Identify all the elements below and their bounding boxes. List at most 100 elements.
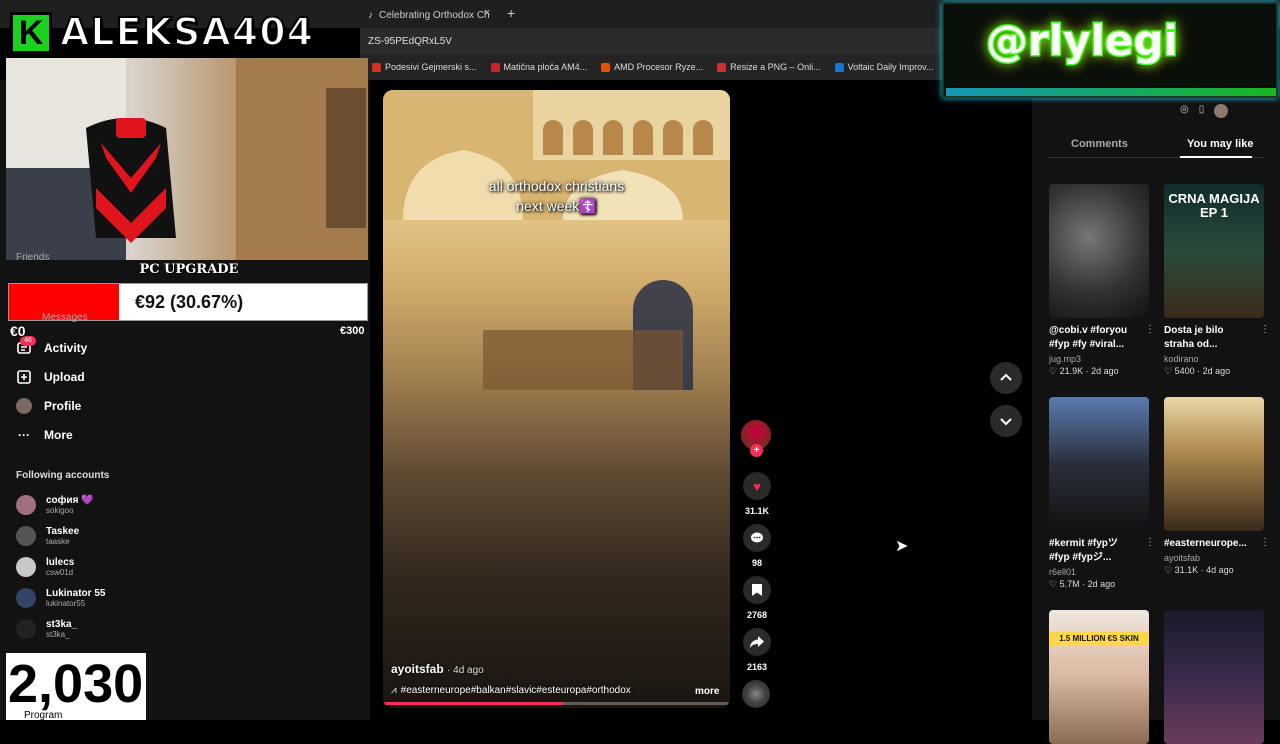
card-stats: ♡ 31.1K · 4d ago xyxy=(1164,565,1234,575)
sidebar-item-profile[interactable]: Profile xyxy=(16,394,81,418)
share-button[interactable]: 2163 xyxy=(741,628,773,672)
card-stats: ♡ 5400 · 2d ago xyxy=(1164,366,1231,376)
goal-max-label: €300 xyxy=(340,325,365,337)
card-stats: ♡ 5.7M · 2d ago xyxy=(1049,579,1116,589)
author-name: ayoitsfab xyxy=(391,662,444,676)
user-avatar[interactable] xyxy=(1214,104,1229,118)
handle-overlay-bar xyxy=(946,88,1276,96)
following-account-item[interactable]: lulecs csw01d xyxy=(16,553,74,581)
video-thumbnail[interactable] xyxy=(1164,397,1264,531)
card-time: 2d ago xyxy=(1202,366,1231,376)
video-author[interactable]: ayoitsfab · 4d ago xyxy=(391,662,484,676)
bookmark-item[interactable]: Matična ploča AM4... xyxy=(490,62,588,72)
kebab-menu-icon[interactable]: ⋮ xyxy=(1145,537,1155,548)
card-title: @cobi.v #foryou #fyp #fy #viral... xyxy=(1049,325,1128,350)
bookmark-label: Matična ploča AM4... xyxy=(503,62,588,72)
account-name: софия 💜 xyxy=(46,495,94,506)
video-thumbnail[interactable] xyxy=(1049,184,1149,318)
save-button[interactable]: 2768 xyxy=(741,576,773,620)
bookmark-favicon-icon xyxy=(372,62,381,72)
altar xyxy=(483,330,683,390)
goal-title: PC UPGRADE xyxy=(139,262,239,277)
mouse-cursor-icon: ➤ xyxy=(895,538,909,555)
video-thumbnail[interactable] xyxy=(1049,397,1149,531)
comment-icon xyxy=(743,524,771,552)
heart-outline-icon: ♡ xyxy=(1164,565,1175,575)
sidebar-item-label: Activity xyxy=(44,341,88,355)
account-handle: csw01d xyxy=(46,568,74,577)
comment-button[interactable]: 98 xyxy=(741,524,773,568)
card-time: 2d ago xyxy=(1091,366,1119,376)
account-text: lulecs csw01d xyxy=(46,557,74,577)
address-bar[interactable]: ZS-95PEdQRxL5V xyxy=(360,28,960,54)
tab-title: Celebrating Orthodox Christian... xyxy=(379,9,490,21)
account-text: st3ka_ st3ka_ xyxy=(46,619,77,639)
video-hashtags[interactable]: ⩘ #easterneurope#balkan#slavic#esteuropa… xyxy=(391,685,631,696)
account-avatar xyxy=(16,495,36,515)
recommended-video-card[interactable]: @cobi.v #foryou #fyp #fy #viral... jug.mp… xyxy=(1049,184,1155,377)
bookmark-label: Podesivi Gejmerski s... xyxy=(385,62,477,72)
device-icon[interactable]: ▯ xyxy=(1199,104,1205,118)
comment-count: 98 xyxy=(751,558,762,568)
following-account-item[interactable]: софия 💜 sokigoo xyxy=(16,491,94,519)
browser-tab-active[interactable]: ♪ Celebrating Orthodox Christian... xyxy=(360,4,490,26)
card-title: Dosta je bilo straha od... xyxy=(1164,325,1224,350)
new-tab-button[interactable]: + xyxy=(507,5,515,21)
bookmarks-bar: Podesivi Gejmerski s... Matična ploča AM4… xyxy=(360,54,960,80)
recommended-video-card[interactable] xyxy=(1164,610,1264,744)
heart-outline-icon: ♡ xyxy=(1164,366,1175,376)
channel-name-overlay: ALEKSA404 xyxy=(59,9,315,55)
caption-line: all orthodox christians xyxy=(488,178,625,194)
profile-icon xyxy=(16,398,32,414)
video-player[interactable]: all orthodox christians next week☦️ ayoi… xyxy=(383,90,730,708)
previous-video-button[interactable] xyxy=(990,362,1022,394)
like-button[interactable]: ♥ 31.1K xyxy=(741,472,773,516)
save-count: 2768 xyxy=(746,610,768,620)
kebab-menu-icon[interactable]: ⋮ xyxy=(1145,324,1155,335)
music-disc-icon[interactable] xyxy=(742,680,770,708)
more-button[interactable]: more xyxy=(695,686,719,697)
goal-progress-text: €92 (30.67%) xyxy=(135,292,244,312)
follow-plus-icon[interactable]: + xyxy=(750,444,763,457)
tab-comments[interactable]: Comments xyxy=(1071,138,1128,150)
active-tab-indicator xyxy=(1180,156,1252,158)
caption-line: next week☦️ xyxy=(516,198,597,214)
account-handle: st3ka_ xyxy=(46,630,70,639)
following-account-item[interactable]: Lukinator 55 lukinator55 xyxy=(16,584,105,612)
kebab-menu-icon[interactable]: ⋮ xyxy=(1260,537,1270,548)
channel-logo-icon: K xyxy=(10,12,52,54)
card-time: 2d ago xyxy=(1087,579,1116,589)
bookmark-favicon-icon xyxy=(834,62,844,72)
recommended-video-card[interactable]: #easterneurope... ayoitsfab ♡ 31.1K · 4d a… xyxy=(1164,397,1270,576)
sidebar-item-upload[interactable]: Upload xyxy=(16,365,85,389)
account-name: Taskee xyxy=(46,526,80,537)
card-author: ayoitsfab xyxy=(1164,553,1201,563)
bookmark-label: Voltaic Daily Improv... xyxy=(847,62,934,72)
recommended-video-card[interactable]: 1.5 MILLION €S SKIN xyxy=(1049,610,1149,744)
bookmark-item[interactable]: Resize a PNG – Onli... xyxy=(717,62,821,72)
tab-you-may-like[interactable]: You may like xyxy=(1187,138,1253,150)
account-avatar xyxy=(16,619,36,639)
next-video-button[interactable] xyxy=(990,405,1022,437)
bookmark-item[interactable]: AMD Procesor Ryze... xyxy=(601,62,703,72)
recommended-video-card[interactable]: #kermit #fypツ #fyp #fypジ... r6ell01 ♡ 5.7M… xyxy=(1049,397,1155,590)
video-thumbnail[interactable] xyxy=(1164,610,1264,744)
recommended-video-card[interactable]: CRNA MAGIJA EP 1 Dosta je bilo straha od.… xyxy=(1164,184,1270,377)
sidebar-item-label: Upload xyxy=(44,370,85,384)
bookmark-label: AMD Procesor Ryze... xyxy=(614,62,704,72)
handle-overlay-text: @rlylegi xyxy=(985,15,1180,67)
thumbnail-text: 1.5 MILLION €S SKIN xyxy=(1049,632,1149,646)
video-progress-bar[interactable] xyxy=(383,702,730,705)
video-thumbnail[interactable]: 1.5 MILLION €S SKIN xyxy=(1049,610,1149,744)
following-account-item[interactable]: Taskee taaske xyxy=(16,522,79,550)
bookmark-item[interactable]: Voltaic Daily Improv... xyxy=(834,62,934,72)
share-arrow-icon xyxy=(743,628,771,656)
bookmark-item[interactable]: Podesivi Gejmerski s... xyxy=(372,62,477,72)
close-tab-icon[interactable]: × xyxy=(484,7,490,19)
sidebar-item-more[interactable]: ··· More xyxy=(16,423,73,447)
account-handle: lukinator55 xyxy=(46,599,86,608)
compass-icon[interactable]: ◎ xyxy=(1180,104,1189,118)
video-thumbnail[interactable]: CRNA MAGIJA EP 1 xyxy=(1164,184,1264,318)
kebab-menu-icon[interactable]: ⋮ xyxy=(1260,324,1270,335)
following-account-item[interactable]: st3ka_ st3ka_ xyxy=(16,615,77,643)
